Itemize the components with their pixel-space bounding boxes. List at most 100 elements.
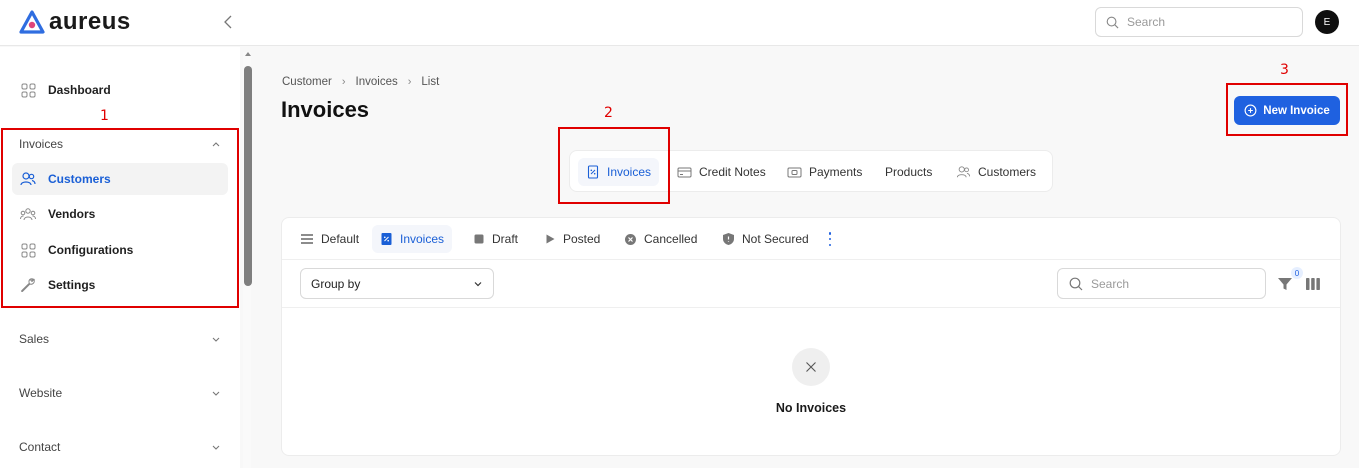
tab-invoices[interactable]: Invoices [578, 158, 660, 186]
filter-tabs: Default Invoices Draft Posted Cancelled … [282, 218, 1340, 260]
payments-icon [787, 167, 802, 177]
breadcrumb: Customer › Invoices › List [282, 76, 439, 88]
sidebar-section-label: Invoices [19, 137, 64, 151]
filter-tab-label: Not Secured [742, 232, 809, 246]
sidebar-section-label: Sales [19, 332, 50, 346]
chevron-right-icon: › [341, 76, 346, 88]
sidebar: Dashboard Invoices Customers Vendors Con… [0, 47, 240, 468]
tab-credit-notes[interactable]: Credit Notes [669, 158, 774, 186]
search-icon [1106, 16, 1119, 28]
sidebar-item-label: Dashboard [48, 83, 111, 97]
tab-label: Customers [978, 165, 1037, 179]
empty-state-message: No Invoices [775, 401, 847, 415]
filter-count-badge: 0 [1291, 267, 1303, 279]
new-invoice-button[interactable]: New Invoice [1234, 96, 1340, 125]
logo-text: aureus [49, 8, 131, 35]
more-options-icon[interactable] [826, 230, 834, 248]
chevron-down-icon [212, 391, 220, 396]
sidebar-item-label: Configurations [48, 243, 134, 257]
invoice-list-card: Default Invoices Draft Posted Cancelled … [281, 217, 1341, 456]
filter-tab-default[interactable]: Default [292, 225, 367, 253]
close-icon [792, 348, 830, 386]
sidebar-item-label: Vendors [48, 207, 96, 221]
group-by-label: Group by [311, 276, 361, 291]
vendors-icon [20, 206, 36, 222]
sidebar-item-vendors[interactable]: Vendors [12, 198, 228, 230]
chevron-right-icon: › [407, 76, 412, 88]
tab-label: Products [885, 165, 933, 179]
sidebar-section-label: Website [19, 386, 63, 400]
scroll-up-arrow-icon[interactable] [245, 52, 251, 56]
users-icon [20, 171, 36, 187]
tab-products[interactable]: Products [877, 158, 940, 186]
plus-circle-icon [1244, 104, 1257, 117]
tab-label: Credit Notes [699, 165, 766, 179]
filter-icon[interactable] [1277, 276, 1293, 292]
filter-tab-label: Posted [563, 232, 601, 246]
list-icon [301, 234, 313, 244]
sidebar-section-sales[interactable]: Sales [19, 329, 221, 349]
annotation-label-2: 2 [604, 105, 613, 121]
sidebar-item-dashboard[interactable]: Dashboard [12, 74, 228, 106]
annotation-label-1: 1 [100, 108, 109, 124]
tab-customers[interactable]: Customers [948, 158, 1044, 186]
sidebar-item-configurations[interactable]: Configurations [12, 234, 228, 266]
annotation-label-3: 3 [1280, 62, 1289, 78]
tab-label: Payments [809, 165, 863, 179]
sidebar-item-customers[interactable]: Customers [12, 163, 228, 195]
sidebar-section-contact[interactable]: Contact [19, 437, 221, 457]
sidebar-item-settings[interactable]: Settings [12, 269, 228, 301]
list-search[interactable] [1057, 268, 1266, 299]
invoice-icon [381, 233, 392, 245]
avatar[interactable]: E [1315, 10, 1339, 34]
breadcrumb-item[interactable]: Invoices [356, 76, 398, 88]
filter-tab-invoices[interactable]: Invoices [372, 225, 453, 253]
sidebar-item-label: Customers [48, 172, 111, 186]
tab-payments[interactable]: Payments [779, 158, 870, 186]
global-search[interactable] [1095, 7, 1303, 37]
chevron-left-icon[interactable] [220, 13, 236, 31]
chevron-down-icon [212, 337, 220, 342]
play-icon [546, 234, 555, 244]
list-search-input[interactable] [1091, 276, 1251, 291]
shield-icon [723, 233, 734, 245]
breadcrumb-item: List [421, 76, 440, 88]
invoice-icon [587, 165, 599, 179]
app-logo[interactable]: aureus [19, 9, 131, 35]
sidebar-scrollbar-thumb[interactable] [244, 66, 252, 286]
module-tabs: Invoices Credit Notes Payments Products … [569, 150, 1053, 192]
page-title: Invoices [281, 97, 370, 122]
chevron-up-icon [212, 142, 220, 147]
filter-tab-draft[interactable]: Draft [465, 225, 526, 253]
grid-icon [20, 242, 36, 258]
filter-tab-posted[interactable]: Posted [536, 225, 608, 253]
users-icon [956, 166, 971, 178]
filter-tab-cancelled[interactable]: Cancelled [616, 225, 705, 253]
filter-tab-label: Default [321, 232, 360, 246]
columns-icon[interactable] [1305, 277, 1321, 291]
filter-tab-label: Cancelled [644, 232, 698, 246]
chevron-down-icon [212, 445, 220, 450]
global-search-input[interactable] [1127, 15, 1287, 29]
wrench-icon [20, 277, 36, 293]
credit-card-icon [677, 167, 692, 177]
sidebar-section-label: Contact [19, 440, 61, 454]
top-bar: aureus E [0, 0, 1359, 46]
search-icon [1069, 277, 1083, 290]
logo-icon [19, 10, 45, 34]
filter-tab-label: Invoices [400, 232, 445, 246]
tab-label: Invoices [607, 165, 652, 179]
grid-icon [20, 82, 36, 98]
list-toolbar: Group by 0 [282, 260, 1340, 308]
filter-tab-label: Draft [492, 232, 519, 246]
group-by-select[interactable]: Group by [300, 268, 494, 299]
sidebar-section-invoices[interactable]: Invoices [19, 134, 221, 154]
new-invoice-label: New Invoice [1263, 104, 1330, 117]
x-circle-icon [625, 233, 636, 245]
square-icon [474, 234, 484, 244]
breadcrumb-item[interactable]: Customer [282, 76, 332, 88]
filter-tab-not-secured[interactable]: Not Secured [714, 225, 817, 253]
sidebar-section-website[interactable]: Website [19, 383, 221, 403]
chevron-down-icon [474, 281, 482, 286]
sidebar-item-label: Settings [48, 278, 96, 292]
